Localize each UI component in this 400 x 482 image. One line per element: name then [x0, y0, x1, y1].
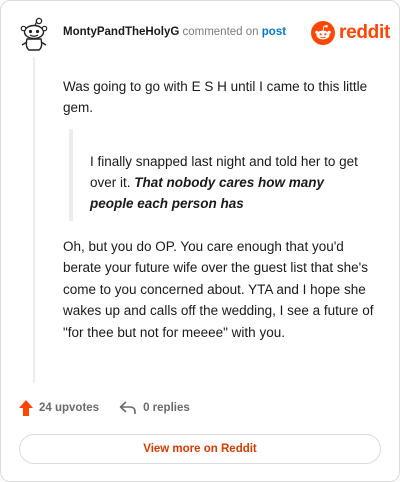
comment-footer: 24 upvotes 0 replies [19, 400, 190, 416]
reply-arrow-icon [119, 401, 136, 414]
comment-header: MontyPandTheHolyG commented on post [63, 26, 286, 38]
username-link[interactable]: MontyPandTheHolyG [63, 26, 179, 38]
thread-line[interactable] [33, 57, 35, 383]
upvote-button[interactable]: 24 upvotes [19, 400, 99, 416]
post-link[interactable]: post [262, 26, 286, 38]
comment-card: MontyPandTheHolyG commented on post redd… [0, 0, 400, 482]
comment-paragraph-2: Oh, but you do OP. You care enough that … [63, 239, 374, 340]
reply-count: 0 replies [143, 402, 190, 414]
comment-paragraph-1: Was going to go with E S H until I came … [63, 79, 368, 115]
snoo-avatar-icon[interactable] [16, 16, 52, 52]
commented-on-text: commented on [182, 26, 259, 38]
reddit-logo-icon [311, 21, 335, 45]
upvote-count: 24 upvotes [39, 402, 100, 414]
view-more-button[interactable]: View more on Reddit [19, 434, 381, 464]
blockquote: I finally snapped last night and told he… [69, 129, 369, 221]
upvote-arrow-icon [19, 400, 33, 416]
reply-button[interactable]: 0 replies [99, 401, 190, 415]
quote-paragraph: I finally snapped last night and told he… [90, 151, 360, 214]
reddit-logo[interactable]: reddit [311, 21, 390, 45]
reddit-wordmark: reddit [339, 22, 390, 43]
